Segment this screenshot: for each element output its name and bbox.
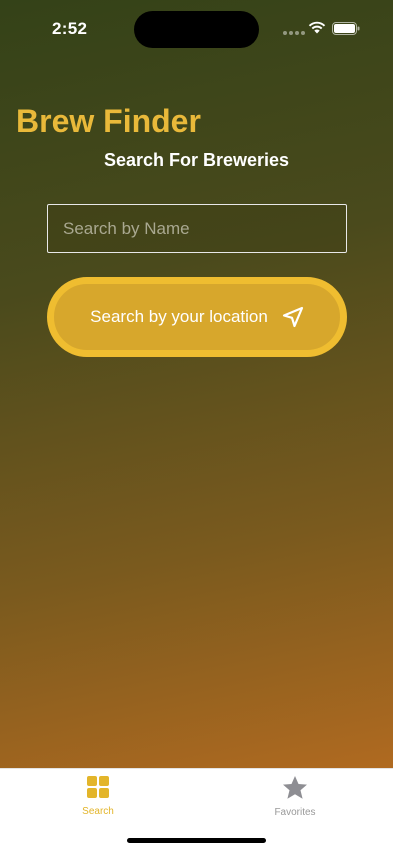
home-indicator: [127, 838, 266, 843]
location-arrow-icon: [282, 306, 304, 328]
status-bar: 2:52: [0, 0, 393, 54]
app-screen: 2:52 Brew Finder Search For Breweries Se…: [0, 0, 393, 768]
star-icon: [283, 776, 307, 799]
wifi-icon: [308, 21, 326, 34]
tab-favorites-label: Favorites: [274, 807, 316, 818]
location-button-label: Search by your location: [90, 307, 268, 326]
page-subtitle: Search For Breweries: [103, 150, 290, 170]
battery-icon: [332, 22, 360, 35]
search-by-location-button[interactable]: Search by your location: [47, 277, 347, 357]
tab-search-label: Search: [82, 806, 114, 817]
search-name-input[interactable]: [47, 204, 347, 253]
tab-favorites[interactable]: Favorites: [235, 775, 355, 818]
status-time: 2:52: [52, 19, 88, 38]
tab-search[interactable]: Search: [38, 775, 158, 817]
cellular-signal-icon: [283, 31, 305, 35]
dynamic-island: [134, 11, 259, 48]
app-title: Brew Finder: [16, 103, 201, 139]
grid-icon: [87, 776, 109, 798]
